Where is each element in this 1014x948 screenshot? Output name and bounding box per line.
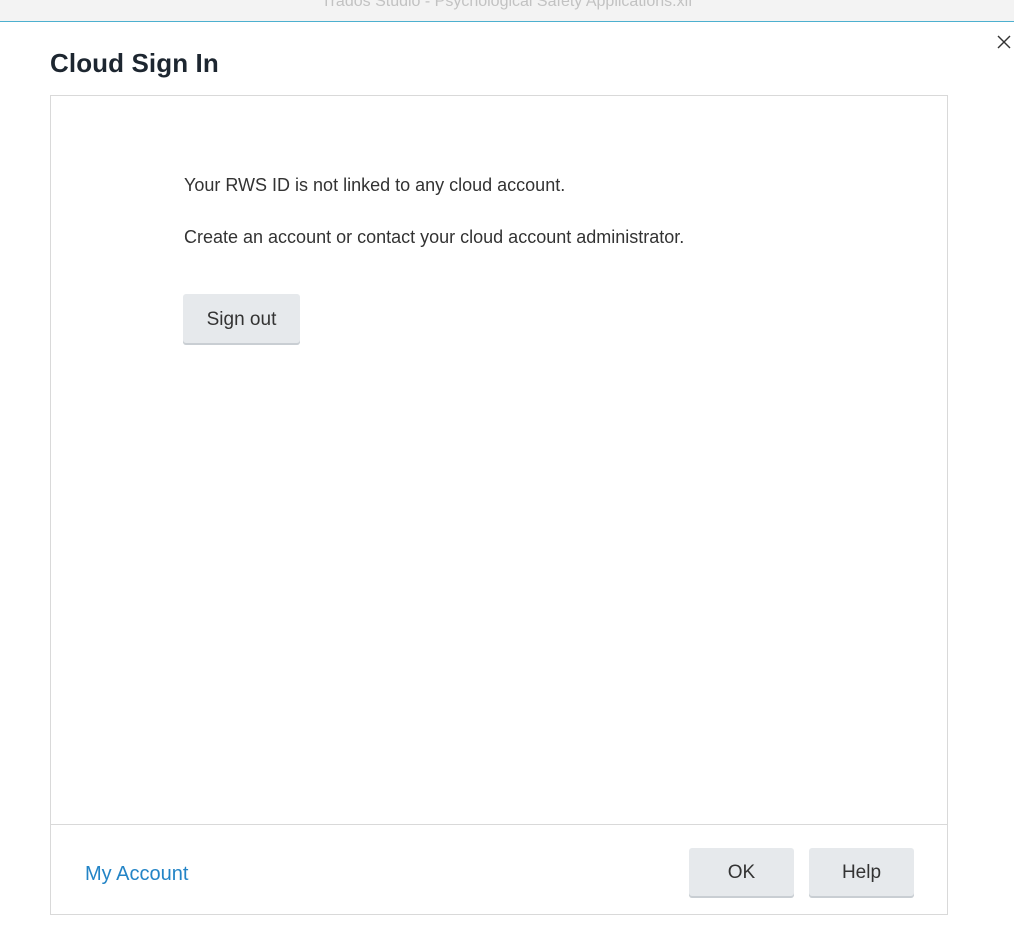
dialog-title: Cloud Sign In	[50, 48, 219, 78]
close-button[interactable]	[994, 32, 1014, 52]
window-title: Trados Studio - Psychological Safety App…	[321, 0, 693, 10]
create-account-message: Create an account or contact your cloud …	[184, 227, 685, 247]
dialog-footer: My Account OK Help	[51, 824, 947, 915]
ok-button[interactable]: OK	[689, 848, 794, 898]
dialog-content-panel: Your RWS ID is not linked to any cloud a…	[50, 95, 948, 915]
not-linked-message: Your RWS ID is not linked to any cloud a…	[184, 175, 566, 195]
my-account-link[interactable]: My Account	[85, 863, 188, 886]
close-icon	[997, 35, 1011, 49]
window-titlebar: Trados Studio - Psychological Safety App…	[0, 0, 1014, 22]
sign-out-button[interactable]: Sign out	[183, 294, 300, 345]
help-button[interactable]: Help	[809, 848, 914, 898]
